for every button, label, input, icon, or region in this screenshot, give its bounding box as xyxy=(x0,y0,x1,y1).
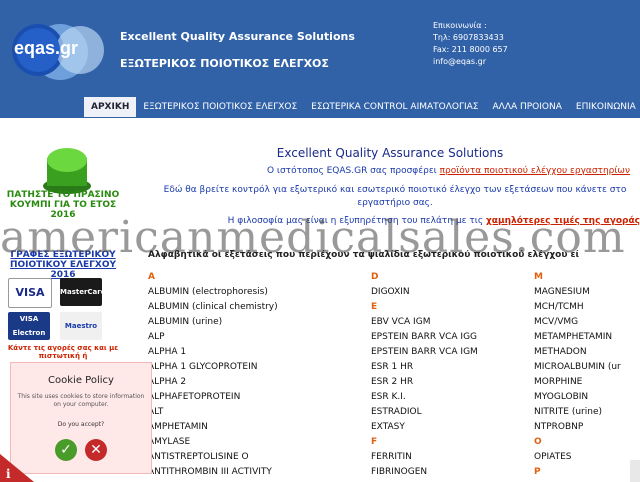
test-item: ALT xyxy=(148,407,164,417)
nav-home[interactable]: ΑΡΧΙΚΗ xyxy=(84,97,137,117)
test-item: OPIATES xyxy=(534,452,572,462)
main-nav: ΑΡΧΙΚΗ ΕΞΩΤΕΡΙΚΟΣ ΠΟΙΟΤΙΚΟΣ ΕΛΕΓΧΟΣ ΕΣΩΤ… xyxy=(84,97,640,117)
nav-internal-controls[interactable]: ΕΣΩΤΕΡΙΚΑ CONTROL ΑΙΜΑΤΟΛΟΓΙΑΣ xyxy=(304,97,485,117)
visa-card-icon: VISA xyxy=(8,278,52,308)
letter-heading: D xyxy=(371,272,379,282)
scrollbar[interactable] xyxy=(630,460,640,482)
description-paragraph: Εδώ θα βρείτε κοντρόλ για εξωτερικό και … xyxy=(163,185,627,208)
contact-phone: Τηλ: 6907833433 xyxy=(433,33,504,42)
svg-text:eqas.gr: eqas.gr xyxy=(14,38,78,58)
letter-heading: O xyxy=(534,437,542,447)
svg-text:i: i xyxy=(6,467,11,481)
test-item: ESR K.I. xyxy=(371,392,406,402)
tests-column-3: M MAGNESIUM MCH/TCMH MCV/VMG METAMPHETAMIN ME… xyxy=(534,270,634,480)
test-item: EPSTEIN BARR VCA IGM xyxy=(371,347,478,357)
test-item: METAMPHETAMIN xyxy=(534,332,613,342)
products-link[interactable]: προϊόντα ποιοτικού ελέγχου εργαστηρίων xyxy=(440,166,630,176)
accept-cookies-button[interactable]: ✓ xyxy=(55,439,77,461)
tests-column-1: A ALBUMIN (electrophoresis) ALBUMIN (clini… xyxy=(148,270,358,480)
test-item: EBV VCA IGM xyxy=(371,317,431,327)
test-item: EPSTEIN BARR VCA IGG xyxy=(371,332,478,342)
site-header: eqas.gr Excellent Quality Assurance Solu… xyxy=(0,0,640,118)
card-note: Κάντε τις αγορές σας και με πιστωτική ή xyxy=(7,344,119,360)
letter-heading: A xyxy=(148,272,155,282)
test-item: AMPHETAMIN xyxy=(148,422,208,432)
test-item: NTPROBNP xyxy=(534,422,584,432)
test-item: ALPHA 2 xyxy=(148,377,187,387)
page-heading: Excellent Quality Assurance Solutions xyxy=(276,146,504,160)
nav-external-qc[interactable]: ΕΞΩΤΕΡΙΚΟΣ ΠΟΙΟΤΙΚΟΣ ΕΛΕΓΧΟΣ xyxy=(136,97,304,117)
test-item: ALPHA 1 xyxy=(148,347,187,357)
visa-electron-icon: VISA Electron xyxy=(8,312,50,340)
test-item: NITRITE (urine) xyxy=(534,407,603,417)
test-item: FERRITIN xyxy=(371,452,412,462)
test-item: ALBUMIN (electrophoresis) xyxy=(148,287,268,297)
maestro-icon: Maestro xyxy=(60,312,102,340)
nav-other-products[interactable]: ΑΛΛΑ ΠΡΟΙΟΝΑ xyxy=(486,97,569,117)
test-item: FIBRINOGEN xyxy=(371,467,428,477)
nav-contact[interactable]: ΕΠΙΚΟΙΝΩΝΙΑ xyxy=(569,97,640,117)
contact-label: Επικοινωνία : xyxy=(433,21,487,30)
cookie-text: This site uses cookies to store informat… xyxy=(17,393,145,408)
site-title: Excellent Quality Assurance Solutions xyxy=(120,30,355,43)
test-item: MYOGLOBIN xyxy=(534,392,589,402)
green-button-icon[interactable] xyxy=(41,146,93,196)
test-item: ESTRADIOL xyxy=(371,407,422,417)
tests-column-2: D DIGOXIN E EBV VCA IGM EPSTEIN BARR VCA IGG… xyxy=(371,270,531,480)
tests-table-heading: Αλφαβητικά οι εξετάσεις που περιέχουν τα… xyxy=(148,250,580,260)
contact-email[interactable]: info@eqas.gr xyxy=(433,56,508,68)
test-item: EXTASY xyxy=(371,422,405,432)
contact-fax: Fax: 211 8000 657 xyxy=(433,45,508,54)
test-item: ESR 1 HR xyxy=(371,362,414,372)
test-item: AMYLASE xyxy=(148,437,191,447)
contact-block: Επικοινωνία : Τηλ: 6907833433 Fax: 211 8… xyxy=(433,20,508,68)
mastercard-icon: MasterCard xyxy=(60,278,106,306)
test-item: ALBUMIN (clinical chemistry) xyxy=(148,302,278,312)
decline-cookies-button[interactable]: ✕ xyxy=(85,439,107,461)
test-item: ESR 2 HR xyxy=(371,377,414,387)
test-item: ALBUMIN (urine) xyxy=(148,317,223,327)
info-corner-icon[interactable]: i xyxy=(0,446,34,482)
test-item: MICROALBUMIN (ur xyxy=(534,362,621,372)
test-item: ANTISTREPTOLISINE O xyxy=(148,452,249,462)
test-item: ALP xyxy=(148,332,165,342)
test-item: MORPHINE xyxy=(534,377,583,387)
eqas-logo[interactable]: eqas.gr xyxy=(8,12,114,82)
intro-paragraph: Ο ιστότοπος EQAS.GR σας προσφέρει προϊόν… xyxy=(266,166,630,176)
letter-heading: P xyxy=(534,467,541,477)
test-item: DIGOXIN xyxy=(371,287,410,297)
cookie-title: Cookie Policy xyxy=(48,375,114,386)
test-item: ALPHA 1 GLYCOPROTEIN xyxy=(148,362,258,372)
test-item: ANTITHROMBIN III ACTIVITY xyxy=(148,467,272,477)
letter-heading: M xyxy=(534,272,543,282)
test-item: MCH/TCMH xyxy=(534,302,584,312)
test-item: MCV/VMG xyxy=(534,317,579,327)
test-item: MAGNESIUM xyxy=(534,287,590,297)
cookie-question: Do you accept? xyxy=(57,421,105,428)
test-item: ALPHAFETOPROTEIN xyxy=(148,392,241,402)
letter-heading: E xyxy=(371,302,378,312)
site-subtitle: ΕΞΩΤΕΡΙΚΟΣ ΠΟΙΟΤΙΚΟΣ ΕΛΕΓΧΟΣ xyxy=(120,57,329,70)
test-item: METHADON xyxy=(534,347,587,357)
letter-heading: F xyxy=(371,437,378,447)
